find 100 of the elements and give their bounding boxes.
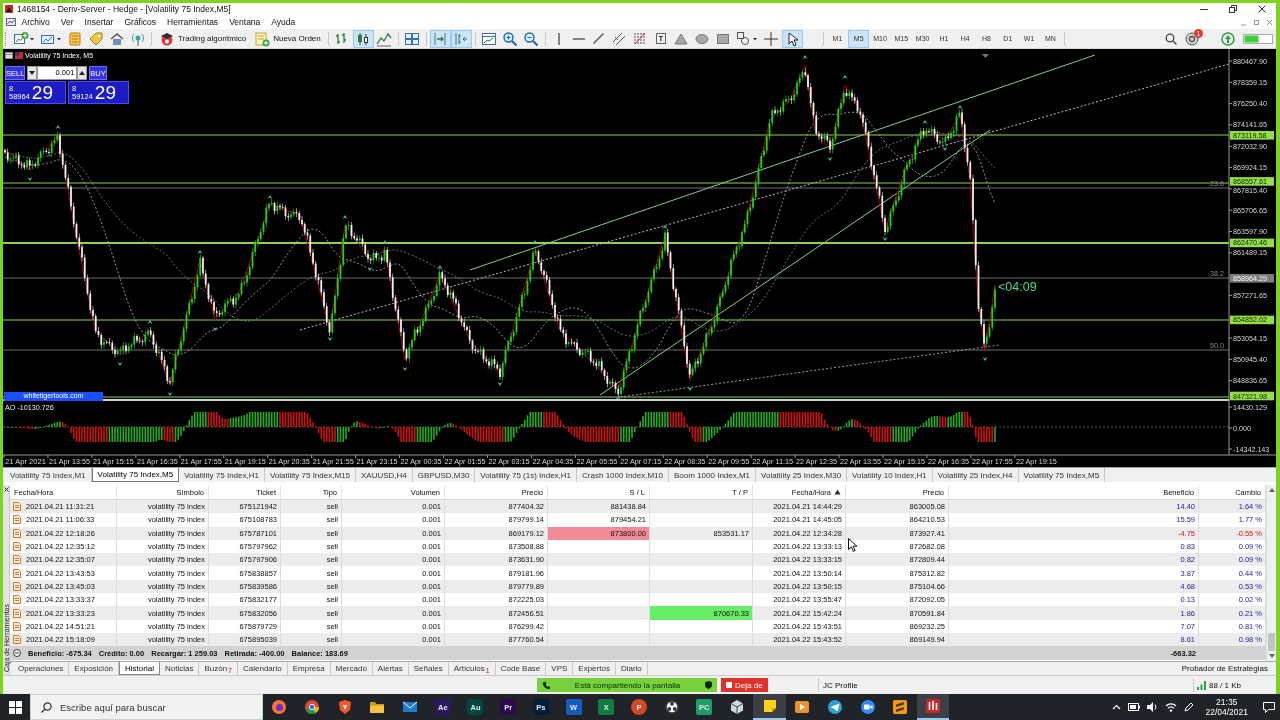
fractal-marker <box>662 225 668 229</box>
notification-icon[interactable] <box>1263 701 1275 713</box>
menu-item[interactable]: Gráficos <box>118 17 162 27</box>
fractal-marker <box>147 320 153 324</box>
stop-sharing-button[interactable]: Deja de <box>721 678 768 692</box>
taskbar-app-button[interactable] <box>753 694 786 720</box>
fractal-marker <box>402 367 408 371</box>
fractal-marker <box>117 362 123 366</box>
close-icon[interactable] <box>1257 4 1267 14</box>
coin-stack-icon <box>66 30 83 47</box>
fractal-marker <box>802 55 808 59</box>
fractal-marker <box>212 327 218 331</box>
fractal-marker <box>342 215 348 219</box>
window-icon <box>5 52 13 59</box>
flag-icon <box>15 52 23 59</box>
scroll-up-icon[interactable] <box>1268 488 1275 492</box>
scrollbar-thumb[interactable] <box>1268 633 1275 651</box>
shift-arrow-icon <box>453 30 470 47</box>
document-icon <box>13 621 21 631</box>
document-plus-button[interactable]: Nueva Orden <box>250 29 325 48</box>
fractal-marker <box>167 392 173 396</box>
menu-item[interactable]: Insertar <box>79 17 119 27</box>
document-icon <box>13 515 21 525</box>
zoom-in-icon <box>502 30 519 47</box>
scroll-arrow-button[interactable] <box>429 29 451 48</box>
document-icon <box>13 595 21 605</box>
restore-icon[interactable] <box>1228 4 1238 14</box>
taskbar-app-button[interactable] <box>916 694 950 720</box>
profile-name: JC Profile <box>823 680 858 690</box>
scroll-down-icon[interactable] <box>1268 654 1275 658</box>
search-field[interactable]: Escribe aquí para buscar <box>30 694 263 720</box>
fractal-marker <box>942 147 948 151</box>
parallel-lines-icon <box>611 30 628 47</box>
chart-tab[interactable]: Volatility 75 Index,M5 <box>91 468 180 482</box>
document-icon <box>13 581 21 591</box>
connection-bars-icon <box>1197 680 1206 690</box>
fractal-marker <box>982 357 988 361</box>
speaker-icon[interactable] <box>1147 702 1159 712</box>
sharing-message: Está compartiendo la pantalla <box>574 680 681 690</box>
fractal-marker <box>382 240 388 244</box>
zoom-out-icon <box>523 30 540 47</box>
battery-icon[interactable] <box>1128 703 1141 711</box>
document-icon <box>13 568 21 578</box>
fractal-marker <box>27 177 33 181</box>
connection-meter-icon <box>1243 33 1273 44</box>
search-icon[interactable] <box>1165 32 1177 45</box>
fractal-marker <box>367 267 373 271</box>
vertical-scrollbar[interactable] <box>1266 485 1276 661</box>
traffic-text: 88 / 1 Kb <box>1209 680 1242 690</box>
fractal-marker <box>922 120 928 124</box>
chevron-up-icon[interactable] <box>1112 704 1122 710</box>
fractal-marker <box>497 382 503 386</box>
fractal-marker <box>437 265 443 269</box>
crosshair-icon <box>763 30 780 47</box>
shield-icon <box>705 681 712 689</box>
fractal-marker <box>842 75 848 79</box>
strategy-tester-tab[interactable]: Probador de Estrategias <box>1173 662 1276 675</box>
chart-app-icon <box>6 17 16 27</box>
stop-icon <box>726 682 732 688</box>
panel-tab[interactable]: Historial <box>119 662 160 675</box>
collapse-icon[interactable] <box>13 649 21 658</box>
document-icon <box>13 542 21 552</box>
arrow-circle-icon[interactable] <box>1221 31 1235 46</box>
price-pips: 29 <box>31 82 53 103</box>
cap-icon <box>159 30 175 47</box>
search-icon <box>41 701 52 713</box>
shapes-icon <box>736 30 759 47</box>
menu-item[interactable]: Ventana <box>223 17 266 27</box>
candlestick-button[interactable] <box>352 29 374 48</box>
diagonal-line-icon <box>593 33 605 44</box>
scroll-arrow-icon <box>432 30 449 47</box>
document-plus-icon <box>254 30 271 47</box>
document-icon <box>13 555 21 565</box>
vertical-line-icon <box>557 32 560 45</box>
window-title: 1468154 - Deriv-Server - Hedge - [Volatility 75 Index,M5] <box>17 4 232 14</box>
decrease-button[interactable] <box>27 66 38 80</box>
tag-icon <box>87 30 104 47</box>
fractal-marker <box>267 195 273 199</box>
close-icon[interactable] <box>3 487 9 492</box>
menu-item[interactable]: Ayuda <box>265 17 301 27</box>
menu-item[interactable]: Herramientas <box>161 17 224 27</box>
cap-button[interactable]: Trading algorítmico <box>155 29 251 48</box>
clock-time: 21:35 <box>1216 697 1238 707</box>
caret-down-icon <box>29 71 36 75</box>
document-icon <box>13 635 21 645</box>
horizontal-line-icon <box>572 37 585 40</box>
cursor-button[interactable] <box>781 29 803 48</box>
wifi-icon[interactable] <box>1165 702 1178 712</box>
grid-icon <box>404 30 421 47</box>
app-icon <box>5 5 13 13</box>
pen-icon[interactable] <box>1184 702 1195 712</box>
fractal-marker <box>532 240 538 244</box>
caret-up-icon <box>79 71 86 75</box>
menu-item[interactable]: Ver <box>55 17 80 27</box>
house-icon <box>108 30 125 47</box>
increase-button[interactable] <box>77 66 88 80</box>
phone-icon <box>542 681 550 689</box>
fractal-marker <box>957 105 963 109</box>
menu-item[interactable]: Archivo <box>16 17 56 27</box>
price-pips: 29 <box>94 82 116 103</box>
